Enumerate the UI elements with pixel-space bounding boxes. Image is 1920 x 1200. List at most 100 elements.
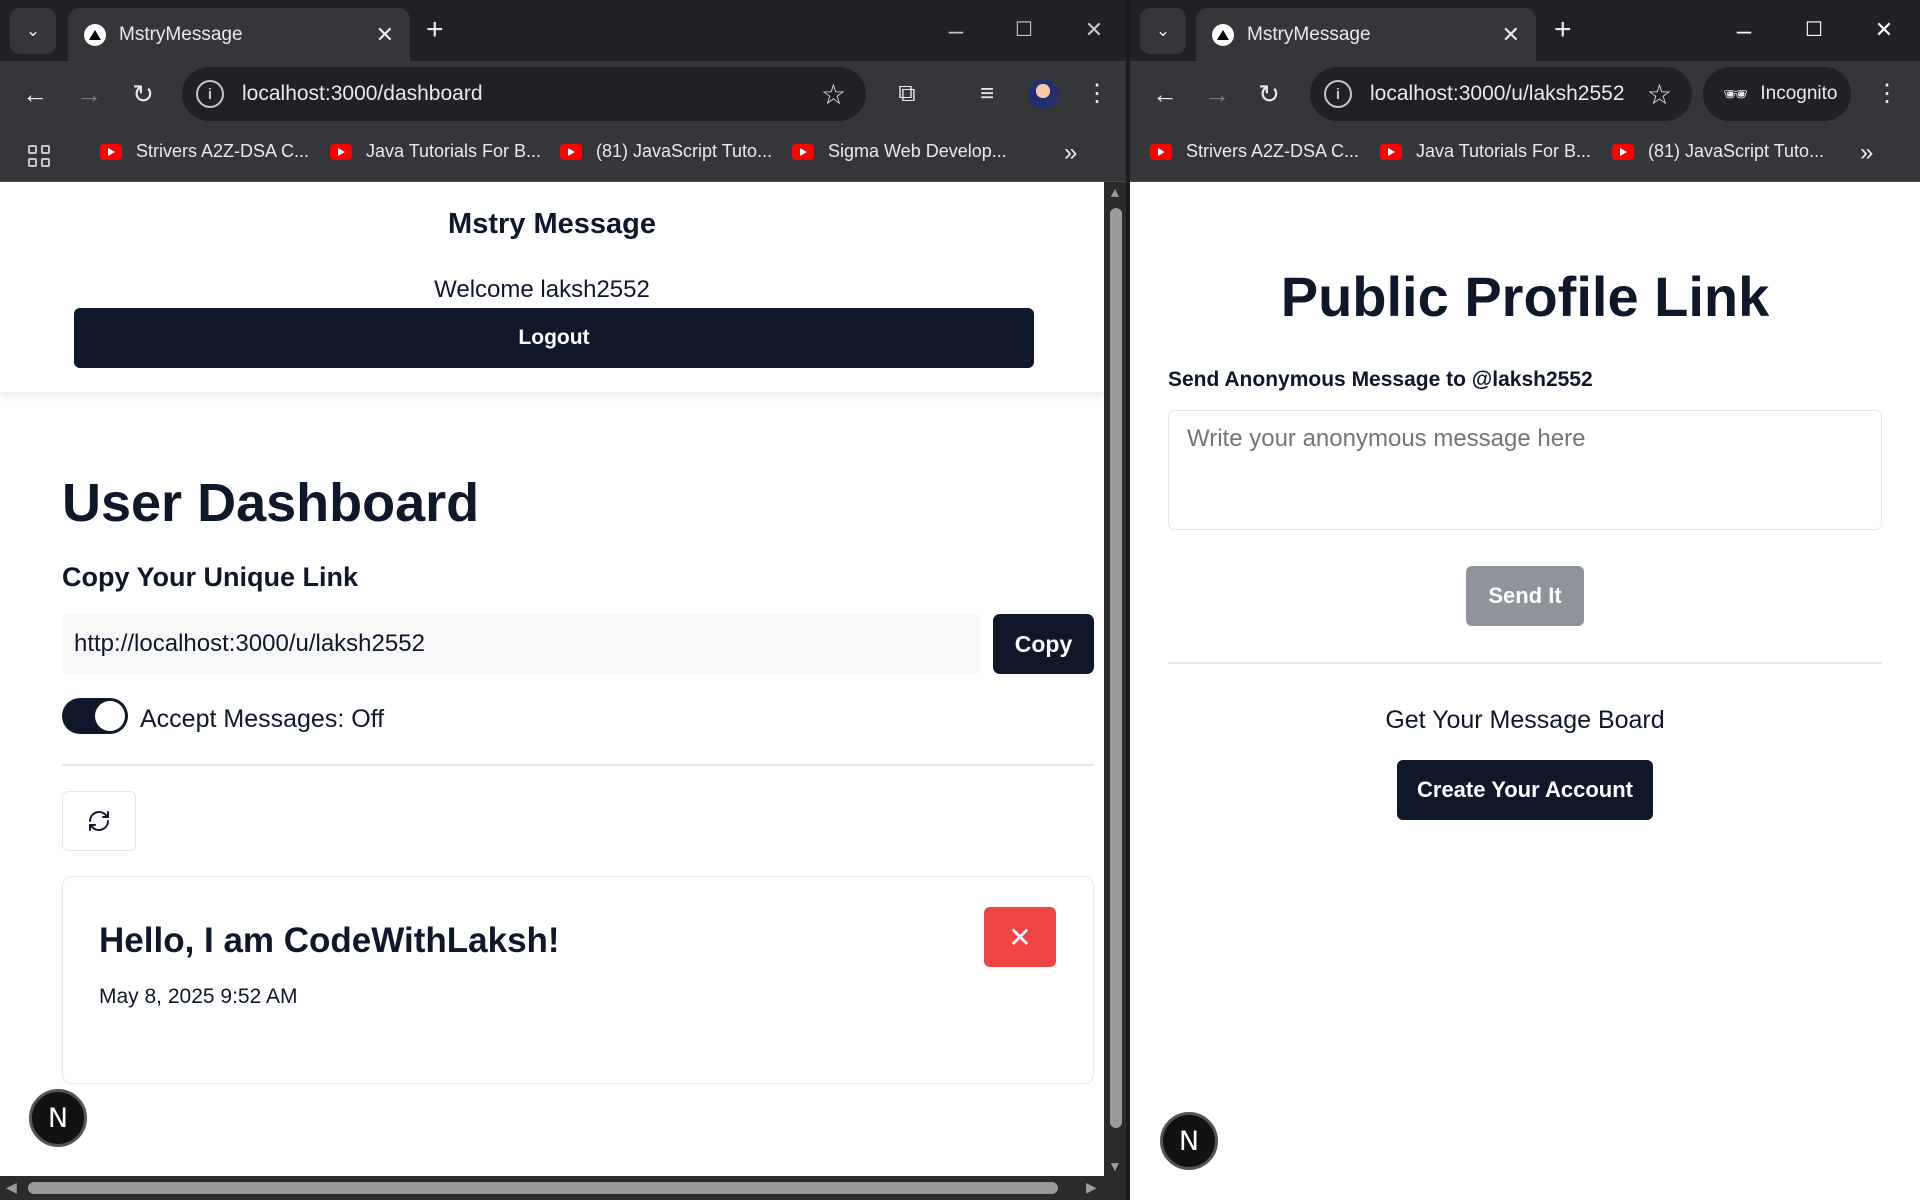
chevron-down-icon: ⌄	[1155, 21, 1171, 40]
minimize-icon[interactable]: –	[1724, 10, 1764, 50]
accept-messages-label: Accept Messages: Off	[140, 705, 385, 733]
youtube-icon	[1380, 143, 1402, 160]
close-tab-icon[interactable]: ✕	[1502, 23, 1520, 46]
youtube-icon	[1612, 143, 1634, 160]
tab-title: MstryMessage	[119, 23, 243, 45]
tab-mstrymessage[interactable]: MstryMessage ✕	[68, 8, 410, 61]
logout-button[interactable]: Logout	[74, 308, 1034, 368]
bookmark-star-icon[interactable]: ☆	[1647, 78, 1672, 111]
nextjs-favicon-icon	[84, 23, 106, 46]
page-title: Public Profile Link	[1280, 265, 1770, 328]
toolbar: ← → ↻ i localhost:3000/u/laksh2552 ☆ 🕶 I…	[1130, 61, 1920, 127]
apps-icon[interactable]	[28, 145, 50, 167]
bookmark-label: (81) JavaScript Tuto...	[1648, 141, 1825, 161]
close-window-icon[interactable]: ✕	[1074, 10, 1114, 50]
message-title: Hello, I am CodeWithLaksh!	[99, 921, 560, 960]
extensions-icon[interactable]: ⧉	[890, 77, 924, 111]
bookmark-item[interactable]: Strivers A2Z-DSA C...	[100, 141, 309, 162]
youtube-icon	[330, 143, 352, 160]
scroll-left-icon[interactable]: ◀	[6, 1179, 17, 1196]
tab-search-button[interactable]: ⌄	[1140, 8, 1186, 54]
divider	[1168, 662, 1882, 664]
accept-messages-toggle[interactable]	[62, 698, 128, 734]
address-text: localhost:3000/u/laksh2552	[1370, 82, 1625, 105]
scrollbar-thumb[interactable]	[28, 1182, 1058, 1194]
youtube-icon	[792, 143, 814, 160]
nextjs-dev-badge[interactable]: N	[1160, 1112, 1218, 1170]
divider	[62, 764, 1094, 766]
message-field-label: Send Anonymous Message to @laksh2552	[1168, 368, 1593, 391]
vertical-scrollbar[interactable]: ▲ ▼	[1104, 182, 1126, 1178]
refresh-icon	[89, 811, 109, 831]
welcome-text: Welcome laksh2552	[434, 276, 650, 303]
anonymous-message-input[interactable]	[1168, 410, 1882, 530]
close-window-icon[interactable]: ✕	[1864, 10, 1904, 50]
close-tab-icon[interactable]: ✕	[376, 23, 394, 46]
back-icon[interactable]: ←	[18, 77, 52, 111]
bookmark-label: Sigma Web Develop...	[828, 141, 1007, 161]
refresh-button[interactable]	[62, 791, 136, 851]
scroll-right-icon[interactable]: ▶	[1086, 1179, 1097, 1196]
get-board-text: Get Your Message Board	[1385, 706, 1665, 734]
forward-icon[interactable]: →	[1200, 77, 1234, 111]
minimize-icon[interactable]: –	[936, 10, 976, 50]
scrollbar-thumb[interactable]	[1110, 208, 1122, 1128]
tab-search-button[interactable]: ⌄	[10, 8, 56, 54]
address-bar[interactable]: i localhost:3000/u/laksh2552 ☆	[1310, 67, 1692, 121]
scroll-up-icon[interactable]: ▲	[1108, 184, 1122, 200]
brand-title: Mstry Message	[448, 208, 656, 240]
address-bar[interactable]: i localhost:3000/dashboard ☆	[182, 67, 866, 121]
youtube-icon	[100, 143, 122, 160]
back-icon[interactable]: ←	[1148, 77, 1182, 111]
chevron-down-icon: ⌄	[25, 21, 41, 40]
bookmark-item[interactable]: Sigma Web Develop...	[792, 141, 1007, 162]
new-tab-icon[interactable]: +	[1554, 12, 1572, 48]
bookmark-label: (81) JavaScript Tuto...	[596, 141, 773, 161]
bookmark-label: Strivers A2Z-DSA C...	[1186, 141, 1360, 161]
reload-icon[interactable]: ↻	[1252, 77, 1286, 111]
new-tab-icon[interactable]: +	[426, 12, 444, 48]
profile-avatar[interactable]	[1028, 79, 1058, 109]
browser-window-public-profile: ⌄ MstryMessage ✕ + – ☐ ✕ ← → ↻ i localho…	[1130, 0, 1920, 1200]
address-text: localhost:3000/dashboard	[242, 82, 483, 105]
more-bookmarks-icon[interactable]: »	[1064, 139, 1077, 167]
reload-icon[interactable]: ↻	[126, 77, 160, 111]
unique-link-field[interactable]: http://localhost:3000/u/laksh2552	[62, 614, 980, 674]
menu-icon[interactable]: ⋮	[1870, 77, 1904, 111]
youtube-icon	[1150, 143, 1172, 160]
bookmark-item[interactable]: Java Tutorials For B...	[330, 141, 541, 162]
maximize-icon[interactable]: ☐	[1794, 10, 1834, 50]
tab-mstrymessage[interactable]: MstryMessage ✕	[1196, 8, 1536, 61]
toolbar: ← → ↻ i localhost:3000/dashboard ☆ ⧉ ≡ ⋮	[0, 61, 1126, 127]
forward-icon[interactable]: →	[72, 77, 106, 111]
bookmarks-bar: Strivers A2Z-DSA C... Java Tutorials For…	[1130, 127, 1920, 182]
close-icon: ✕	[1008, 921, 1032, 953]
media-controls-icon[interactable]: ≡	[970, 77, 1004, 111]
nextjs-dev-badge[interactable]: N	[29, 1089, 87, 1147]
bookmark-item[interactable]: Strivers A2Z-DSA C...	[1150, 141, 1359, 162]
message-card: Hello, I am CodeWithLaksh! May 8, 2025 9…	[62, 876, 1094, 1084]
bookmark-item[interactable]: Java Tutorials For B...	[1380, 141, 1591, 162]
site-info-icon[interactable]: i	[1324, 80, 1352, 108]
scroll-down-icon[interactable]: ▼	[1108, 1158, 1122, 1174]
menu-icon[interactable]: ⋮	[1080, 77, 1114, 111]
incognito-icon: 🕶	[1723, 83, 1749, 106]
create-account-button[interactable]: Create Your Account	[1397, 760, 1653, 820]
browser-window-dashboard: ⌄ MstryMessage ✕ + – ☐ ✕ ← → ↻ i localho…	[0, 0, 1128, 1200]
toggle-knob	[95, 701, 125, 731]
copy-link-heading: Copy Your Unique Link	[62, 562, 359, 592]
delete-message-button[interactable]: ✕	[984, 907, 1056, 967]
incognito-indicator[interactable]: 🕶 Incognito	[1703, 67, 1851, 121]
more-bookmarks-icon[interactable]: »	[1860, 139, 1873, 167]
send-button[interactable]: Send It	[1466, 566, 1584, 626]
bookmark-item[interactable]: (81) JavaScript Tuto...	[1612, 141, 1824, 162]
bookmark-label: Java Tutorials For B...	[366, 141, 542, 161]
bookmark-star-icon[interactable]: ☆	[821, 78, 846, 111]
message-date: May 8, 2025 9:52 AM	[99, 985, 298, 1008]
copy-button[interactable]: Copy	[993, 614, 1094, 674]
maximize-icon[interactable]: ☐	[1004, 10, 1044, 50]
site-info-icon[interactable]: i	[196, 80, 224, 108]
horizontal-scrollbar[interactable]: ◀ ▶	[0, 1176, 1104, 1200]
bookmark-item[interactable]: (81) JavaScript Tuto...	[560, 141, 772, 162]
nextjs-favicon-icon	[1212, 23, 1234, 46]
